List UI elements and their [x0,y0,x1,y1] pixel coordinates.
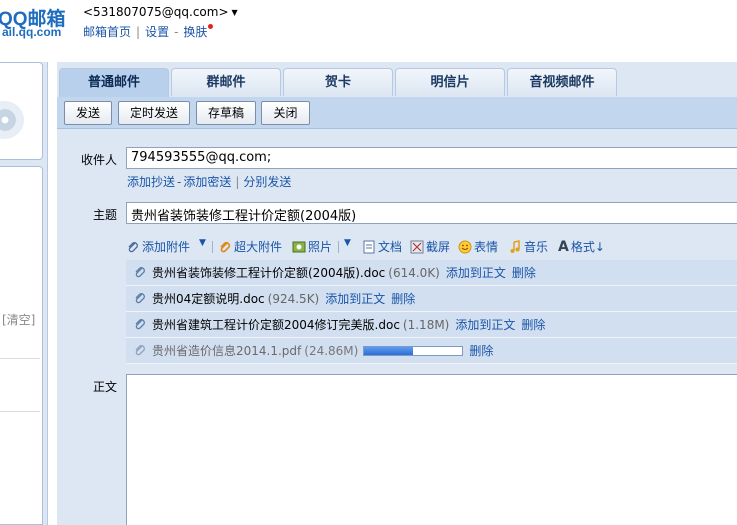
add-attachment-button[interactable]: 添加附件 [126,238,190,255]
smiley-icon [458,240,472,254]
subject-label: 主题 [92,208,117,222]
tab-bar: 普通邮件 群邮件 贺卡 明信片 音视频邮件 [57,68,737,98]
body-editor[interactable] [126,374,737,525]
logo-domain: ail.qq.com [2,25,62,39]
attachment-name: 贵州省建筑工程计价定额2004修订完美版.doc [152,318,400,332]
add-bcc-link[interactable]: 添加密送 [183,175,231,189]
send-button[interactable]: 发送 [64,101,112,125]
music-button[interactable]: 音乐 [508,238,548,255]
divider: - [177,175,182,189]
photo-button[interactable]: 照片 [292,238,332,255]
insert-to-body-link[interactable]: 添加到正文 [446,266,506,280]
recipient-options: 添加抄送 - 添加密送 | 分别发送 [127,173,291,190]
paperclip-icon [135,345,145,356]
attachment-size: (614.0K) [388,266,440,280]
sidebar-panel: [清空] [0,166,43,525]
link-settings[interactable]: 设置 [145,25,169,39]
compose-form: 收件人 794593555@qq.com; 添加抄送 - 添加密送 | 分别发送 主题 … [57,130,737,525]
save-draft-button[interactable]: 存草稿 [196,101,256,125]
document-button[interactable]: 文档 [362,238,402,255]
attachment-name: 贵州04定额说明.doc [152,292,265,306]
delete-attachment-link[interactable]: 删除 [521,318,545,332]
account-switcher[interactable]: <531807075@qq.com> ▼ [83,5,238,19]
attachment-item: 贵州04定额说明.doc (924.5K) 添加到正文 删除 [126,286,737,312]
compose-toolbar: 发送 定时发送 存草稿 关闭 [57,97,737,129]
document-icon [363,240,375,254]
sidebar-banner [0,62,43,160]
scissors-icon [410,240,424,254]
paperclip-icon [135,267,145,278]
to-input[interactable]: 794593555@qq.com; [126,147,737,169]
add-attachment-dropdown-icon[interactable]: ▼ [199,238,206,248]
format-arrow-icon: ↓ [594,240,605,254]
emoticon-button[interactable]: 表情 [458,238,498,255]
divider [338,241,339,253]
clear-link[interactable]: [清空] [2,311,35,328]
separate-send-link[interactable]: 分别发送 [243,175,291,189]
photo-dropdown-icon[interactable]: ▼ [344,238,351,248]
tab-greeting-card[interactable]: 贺卡 [283,68,393,96]
delete-attachment-link[interactable]: 删除 [512,266,536,280]
tab-normal-mail[interactable]: 普通邮件 [59,68,169,98]
divider [212,241,213,253]
divider: | [136,25,141,39]
format-icon: A [558,239,569,255]
body-label: 正文 [92,380,117,394]
attachment-size: (924.5K) [267,292,320,306]
attachment-item: 贵州省建筑工程计价定额2004修订完美版.doc (1.18M) 添加到正文 删除 [126,312,737,338]
tab-group-mail[interactable]: 群邮件 [171,68,281,96]
delete-attachment-link[interactable]: 删除 [391,292,415,306]
upload-progress-bar [363,346,464,356]
compose-panel: 普通邮件 群邮件 贺卡 明信片 音视频邮件 发送 定时发送 存草稿 关闭 收件人… [57,62,737,525]
paperclip-icon [135,293,145,304]
attachment-item-uploading: 贵州省造价信息2014.1.pdf (24.86M) 删除 [126,338,737,364]
divider [0,358,40,359]
subject-input[interactable]: 贵州省装饰装修工程计价定额(2004版) [126,202,737,224]
tab-av-mail[interactable]: 音视频邮件 [507,68,617,96]
attachment-size: (1.18M) [402,318,450,332]
header-links: 邮箱首页 | 设置 - 换肤 [83,23,214,40]
paperclip-icon [135,319,145,330]
divider [0,411,40,412]
delete-attachment-link[interactable]: 删除 [469,344,493,358]
insert-to-body-link[interactable]: 添加到正文 [325,292,385,306]
paperclip-icon [128,242,138,253]
format-button[interactable]: A 格式↓ [558,238,605,255]
attachment-name: 贵州省装饰装修工程计价定额(2004版).doc [152,266,386,280]
disc-icon [0,101,24,139]
attachment-item: 贵州省装饰装修工程计价定额(2004版).doc (614.0K) 添加到正文 删除 [126,260,737,286]
divider: | [235,175,240,189]
add-cc-link[interactable]: 添加抄送 [127,175,175,189]
link-mailbox-home[interactable]: 邮箱首页 [83,25,131,39]
sidebar: [清空] [0,62,48,525]
attachment-list: 贵州省装饰装修工程计价定额(2004版).doc (614.0K) 添加到正文 删除 … [126,260,737,364]
attachment-name: 贵州省造价信息2014.1.pdf [152,344,302,358]
caret-down-icon: ▼ [231,8,238,17]
scheduled-send-button[interactable]: 定时发送 [118,101,190,125]
photo-icon [292,241,306,253]
insert-to-body-link[interactable]: 添加到正文 [455,318,515,332]
large-attachment-button[interactable]: 超大附件 [218,238,282,255]
close-button[interactable]: 关闭 [261,101,310,125]
tab-postcard[interactable]: 明信片 [395,68,505,96]
link-skin[interactable]: 换肤 [183,25,207,39]
screenshot-button[interactable]: 截屏 [410,238,450,255]
divider: - [174,25,179,39]
header: QQ邮箱 ail.qq.com <531807075@qq.com> ▼ 邮箱首页… [0,0,737,62]
to-label: 收件人 [80,153,117,167]
attachment-size: (24.86M) [304,344,359,358]
music-note-icon [510,240,520,253]
large-paperclip-icon [220,241,231,253]
account-email: <531807075@qq.com> [83,5,229,19]
upload-progress-fill [364,347,414,355]
notification-dot [208,24,214,29]
